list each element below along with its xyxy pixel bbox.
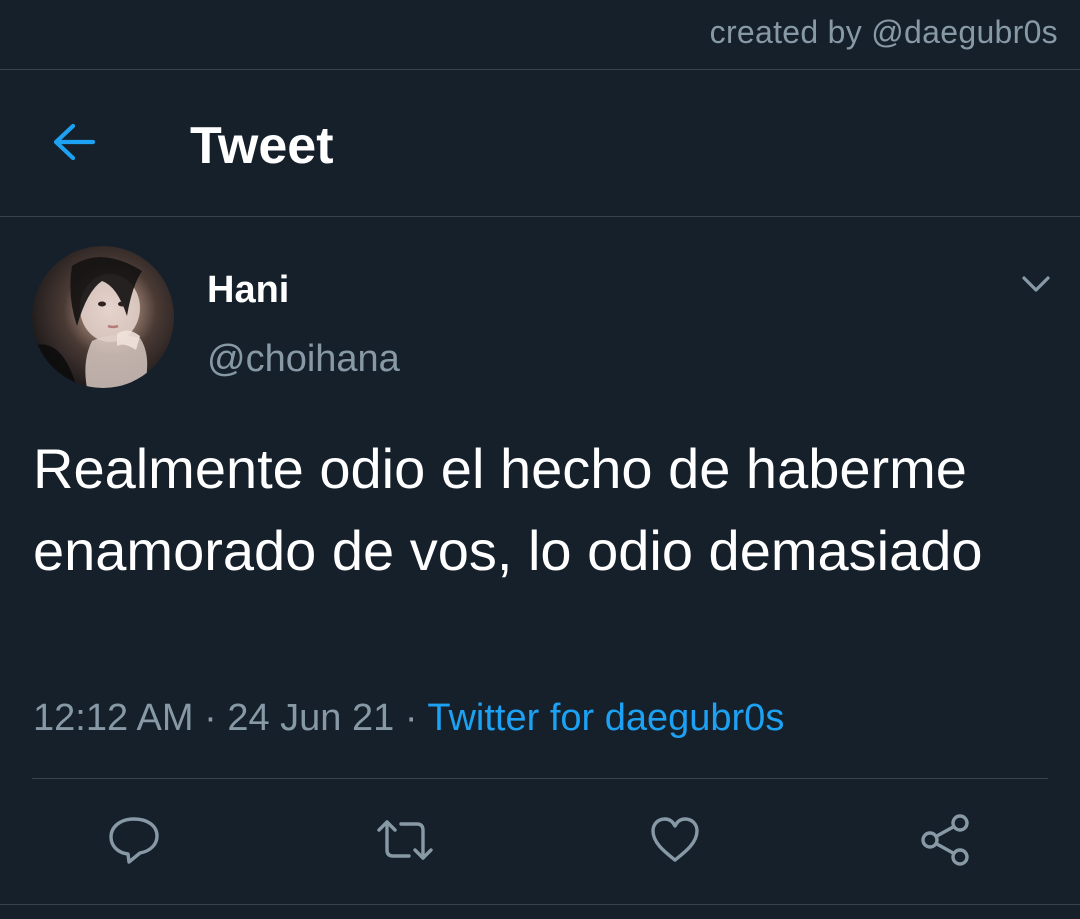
author-name[interactable]: Hani [207,268,289,312]
chevron-down-icon [1021,275,1051,298]
back-button[interactable] [48,118,100,170]
meta-separator: · [404,697,418,739]
tweet-text: Realmente odio el hecho de haberme enamo… [33,437,983,582]
tweet-time: 12:12 AM [33,697,194,739]
bottom-divider [0,904,1080,919]
tweet-meta: 12:12 AM · 24 Jun 21 · Twitter for daegu… [33,695,784,741]
author-handle[interactable]: @choihana [207,337,400,381]
tweet-date: 24 Jun 21 [227,697,395,739]
reply-button[interactable] [104,812,164,872]
like-button[interactable] [645,812,705,872]
header-divider [0,216,1080,217]
retweet-button[interactable] [375,812,435,872]
retweet-icon [375,816,435,869]
page-title: Tweet [190,117,334,175]
top-divider [0,69,1080,70]
meta-separator: · [204,697,217,739]
arrow-left-icon [51,122,97,167]
actions-divider [32,778,1048,779]
share-button[interactable] [915,812,975,872]
like-icon [649,816,701,869]
tweet-source-link[interactable]: Twitter for daegubr0s [427,697,784,739]
avatar[interactable] [32,246,174,388]
more-options-button[interactable] [1016,268,1056,304]
reply-icon [107,815,161,870]
watermark-credit: created by @daegubr0s [709,14,1058,50]
share-icon [918,813,972,872]
